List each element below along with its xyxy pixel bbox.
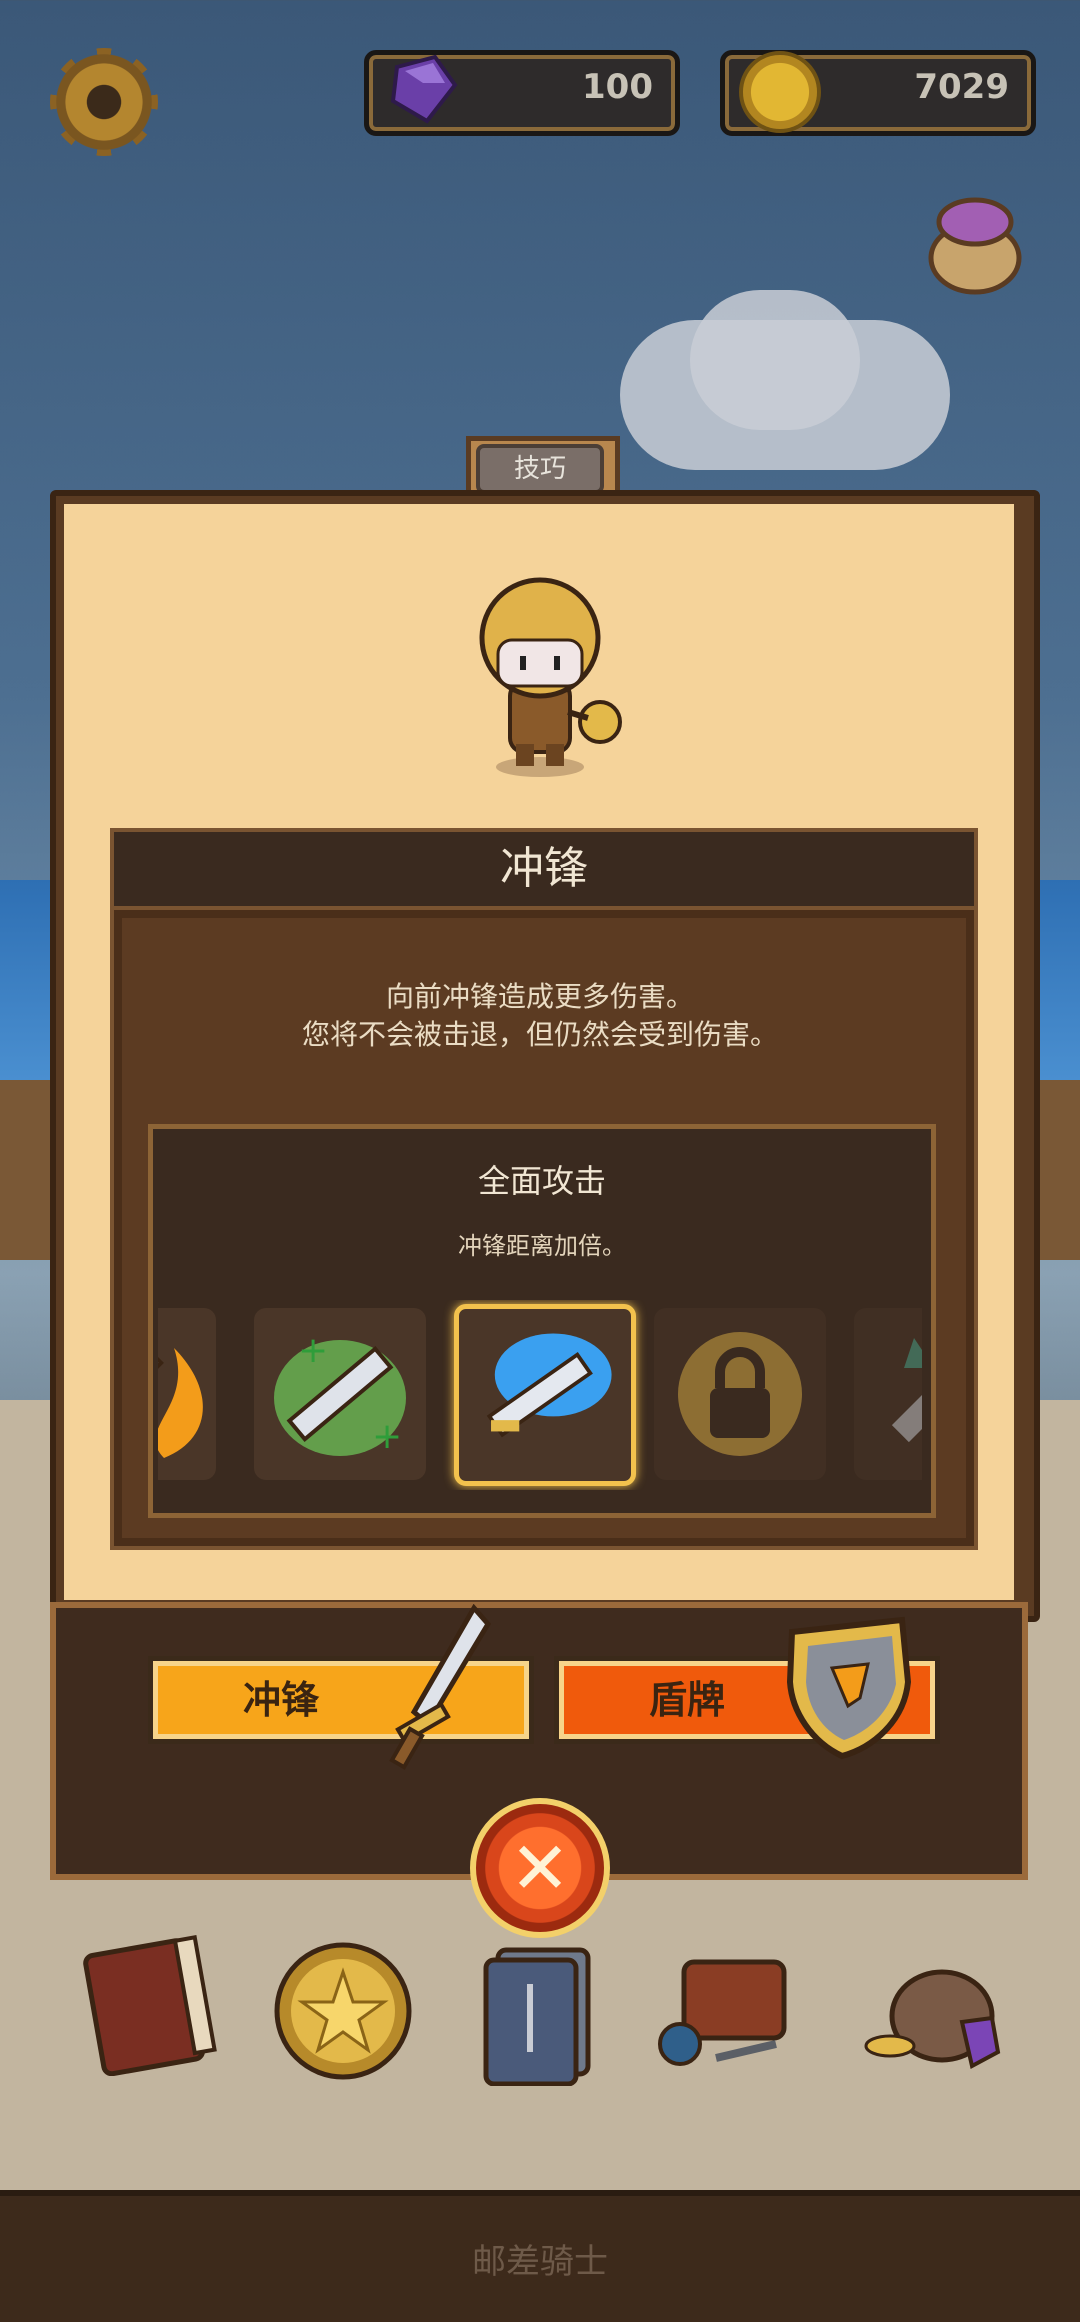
explosion-sword-icon-locked[interactable]: [654, 1308, 826, 1480]
knight-character: [479, 577, 622, 777]
gem-count: 100: [582, 67, 653, 107]
shield-button-label: 盾牌: [648, 1678, 725, 1722]
game-title: 邮差骑士: [472, 2242, 608, 2282]
treasure-bag-icon[interactable]: [862, 1926, 1012, 2076]
wind-sword-icon[interactable]: [854, 1308, 922, 1480]
gem-icon: [390, 54, 458, 124]
fire-sword-icon[interactable]: [158, 1308, 216, 1480]
card-deck-icon[interactable]: [468, 1936, 618, 2086]
gold-counter: 7029: [720, 50, 1036, 136]
close-icon: ✕: [509, 1826, 571, 1910]
charge-button-label: 冲锋: [242, 1678, 319, 1722]
cloud: [690, 290, 860, 430]
heal-sword-icon[interactable]: + +: [254, 1308, 426, 1480]
tab-skills[interactable]: 技巧: [476, 444, 604, 494]
star-coin-icon[interactable]: [268, 1936, 418, 2086]
gold-coin-icon: [739, 51, 821, 133]
upgrade-title: 全面攻击: [477, 1162, 606, 1200]
shield-icon: [786, 1616, 912, 1760]
sword-icon: [389, 1604, 492, 1770]
upgrade-description: 冲锋距离加倍。: [458, 1232, 626, 1260]
svg-text:+: +: [298, 1330, 328, 1371]
dash-sword-icon-selected[interactable]: [454, 1304, 636, 1486]
skill-description-line-2: 您将不会被击退，但仍然会受到伤害。: [301, 1018, 778, 1051]
book-icon[interactable]: [76, 1926, 226, 2076]
inventory-bag-icon[interactable]: [656, 1926, 806, 2076]
loot-bag-icon[interactable]: [920, 190, 1030, 300]
skill-title: 冲锋: [110, 828, 978, 910]
upgrade-icon-strip: + +: [158, 1300, 922, 1490]
skill-description-line-1: 向前冲锋造成更多伤害。: [385, 980, 694, 1013]
gold-count: 7029: [914, 67, 1009, 107]
close-button[interactable]: ✕: [470, 1798, 610, 1938]
gem-counter: 100: [364, 50, 680, 136]
svg-text:+: +: [372, 1416, 402, 1457]
settings-gear-icon[interactable]: [50, 48, 158, 156]
